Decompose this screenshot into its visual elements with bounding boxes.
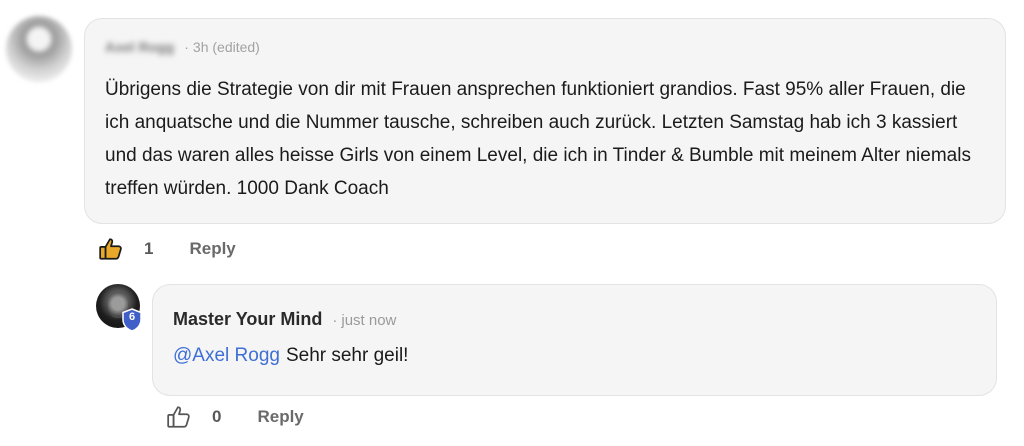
- comment-meta: Axel Rogg · 3h (edited): [105, 39, 260, 55]
- comment-author-name[interactable]: Axel Rogg: [105, 39, 174, 55]
- mention-link[interactable]: @Axel Rogg: [173, 345, 280, 366]
- reply-button[interactable]: Reply: [189, 239, 235, 259]
- reply-author-name[interactable]: Master Your Mind: [173, 309, 322, 329]
- reply-actions: 0 Reply: [166, 404, 304, 430]
- comment-bubble: Axel Rogg · 3h (edited) Übrigens die Strat…: [84, 18, 1006, 224]
- thumbs-up-filled-icon[interactable]: [98, 236, 124, 262]
- reply-time: just now: [341, 312, 397, 329]
- comment-text: Übrigens die Strategie von dir mit Fraue…: [105, 79, 971, 199]
- reply-body: Sehr sehr geil!: [285, 345, 409, 366]
- reply-button[interactable]: Reply: [257, 407, 303, 427]
- commenter-avatar[interactable]: [6, 16, 72, 82]
- comment-edited-label: (edited): [212, 39, 260, 55]
- reply-meta: Master Your Mind · just now: [173, 309, 397, 329]
- like-count: 1: [144, 239, 154, 258]
- reply-text: @Axel Rogg Sehr sehr geil!: [173, 345, 408, 367]
- reply-bubble: Master Your Mind · just now @Axel Rogg Sehr…: [152, 284, 997, 396]
- comment-actions: 1 Reply: [98, 236, 236, 262]
- like-count: 0: [212, 407, 222, 426]
- thumbs-up-outline-icon[interactable]: [166, 404, 192, 430]
- level-badge: 6: [121, 308, 143, 332]
- comment-time: 3h: [192, 39, 209, 55]
- level-badge-number: 6: [128, 311, 136, 323]
